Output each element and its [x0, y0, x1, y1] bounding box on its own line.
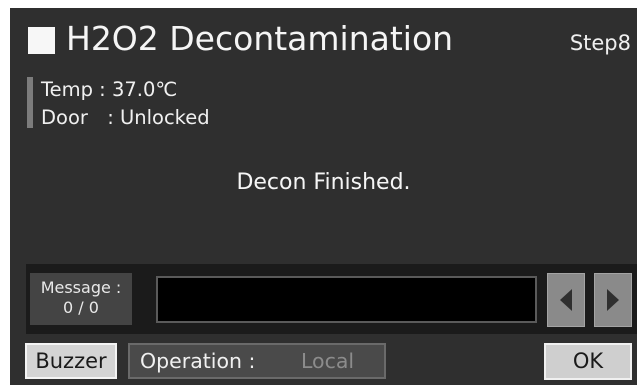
operation-label: Operation :	[140, 349, 256, 373]
arrow-left-icon	[560, 289, 572, 311]
decon-status-message: Decon Finished.	[236, 170, 411, 195]
operation-value: Local	[301, 349, 355, 373]
next-message-button[interactable]	[594, 273, 632, 327]
arrow-right-icon	[607, 289, 619, 311]
door-label: Door	[41, 106, 88, 129]
message-label: Message :	[40, 278, 122, 297]
door-value: Unlocked	[119, 106, 210, 129]
page-title: H2O2 Decontamination	[66, 19, 454, 58]
message-display	[156, 276, 537, 323]
door-separator: :	[107, 106, 120, 129]
title-square-icon	[28, 27, 55, 54]
ok-button[interactable]: OK	[544, 343, 632, 380]
status-accent-bar	[27, 77, 33, 128]
message-counter: 0 / 0	[63, 298, 99, 317]
decon-screen: H2O2 Decontamination Step8 Temp : 37.0℃ …	[10, 8, 637, 385]
previous-message-button[interactable]	[547, 273, 585, 327]
door-row: Door : Unlocked	[41, 106, 210, 130]
buzzer-button[interactable]: Buzzer	[25, 343, 117, 379]
temperature-separator: :	[99, 78, 112, 101]
step-indicator: Step8	[569, 31, 631, 55]
message-label-box: Message : 0 / 0	[30, 273, 132, 325]
temperature-row: Temp : 37.0℃	[41, 78, 177, 102]
operation-mode: Operation : Local	[128, 343, 386, 379]
temperature-label: Temp	[41, 78, 93, 101]
temperature-value: 37.0℃	[111, 78, 178, 101]
